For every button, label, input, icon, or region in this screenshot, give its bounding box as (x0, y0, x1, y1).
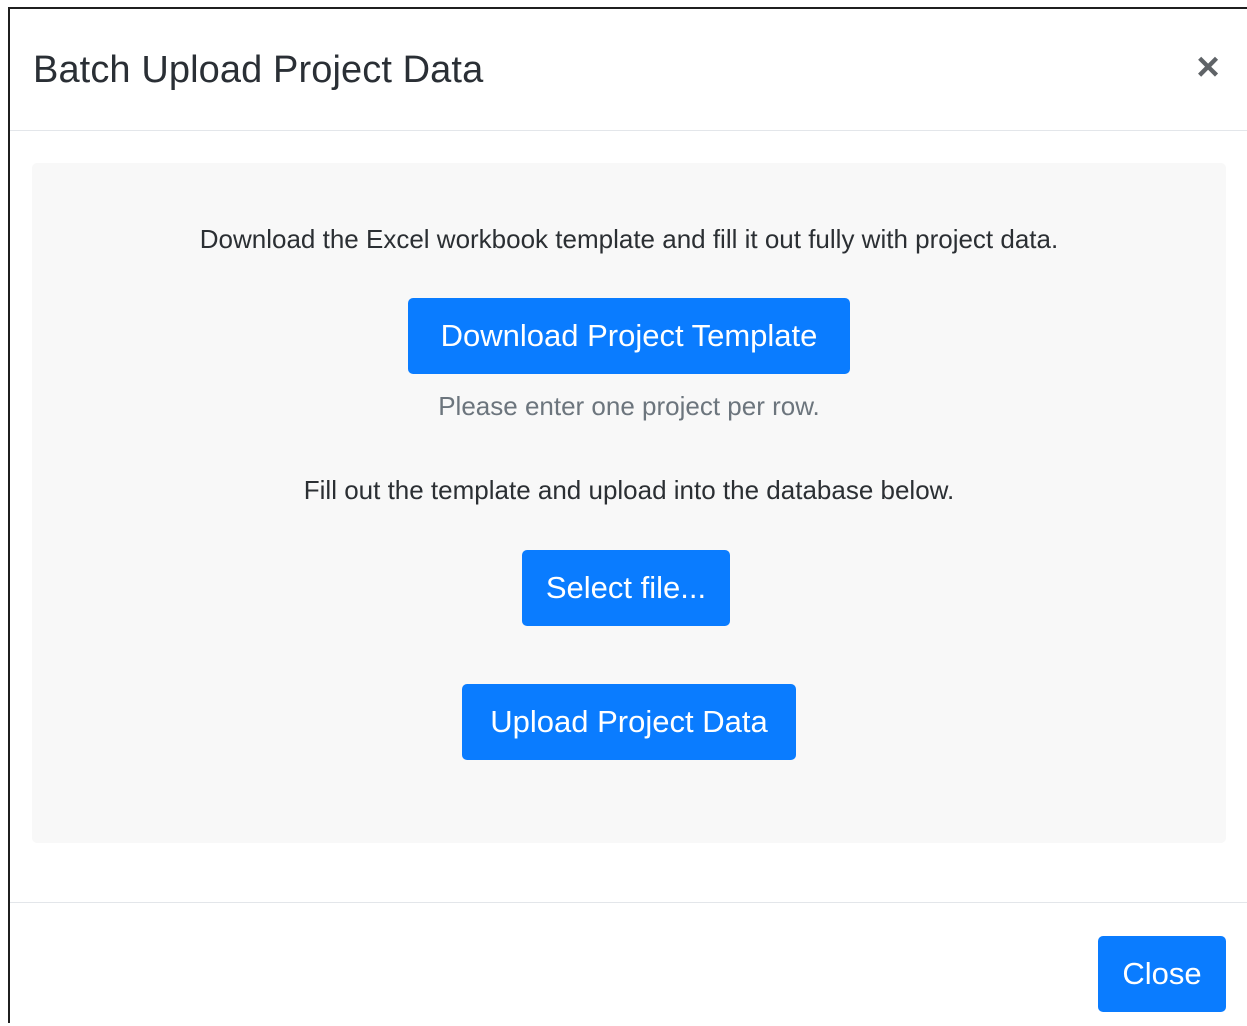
upload-panel: Download the Excel workbook template and… (32, 163, 1226, 843)
modal-footer: Close (10, 902, 1247, 1026)
modal-header: Batch Upload Project Data × (10, 9, 1247, 131)
upload-project-data-button[interactable]: Upload Project Data (462, 684, 796, 760)
download-template-button[interactable]: Download Project Template (408, 298, 850, 374)
row-hint: Please enter one project per row. (438, 391, 820, 421)
download-instruction: Download the Excel workbook template and… (199, 224, 1059, 254)
modal-title: Batch Upload Project Data (33, 49, 484, 91)
upload-instruction: Fill out the template and upload into th… (303, 475, 955, 505)
close-icon[interactable]: × (1191, 47, 1225, 87)
select-file-button[interactable]: Select file... (522, 550, 730, 626)
batch-upload-modal: Batch Upload Project Data × Download the… (8, 7, 1247, 1023)
close-button[interactable]: Close (1098, 936, 1226, 1012)
